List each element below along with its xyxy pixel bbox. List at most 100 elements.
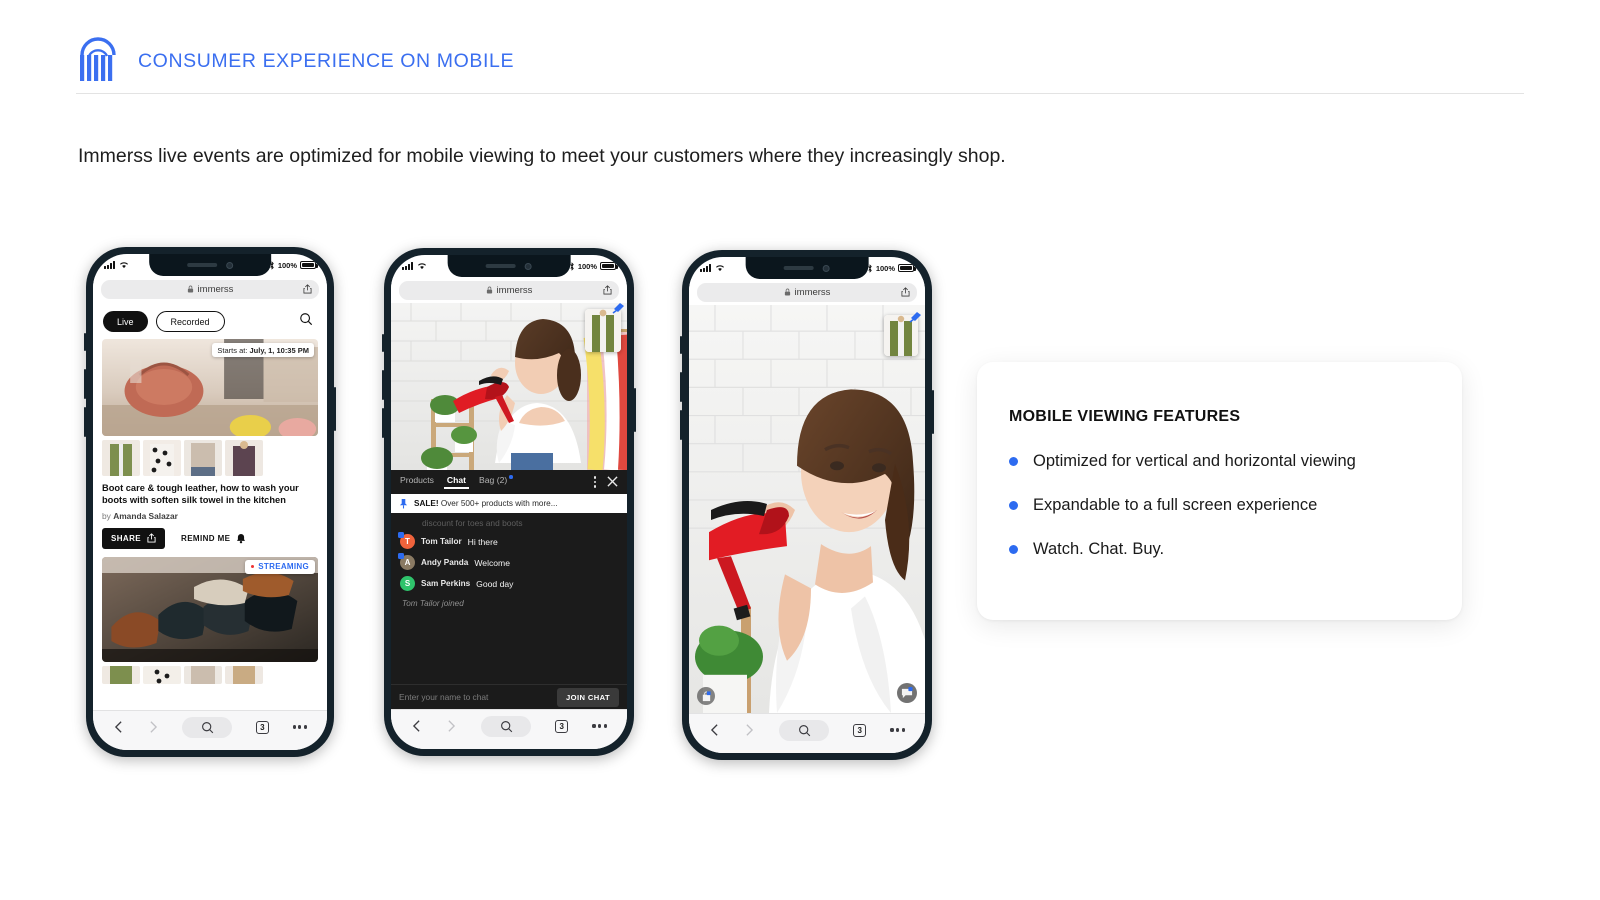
volume-down-button xyxy=(382,408,384,438)
volume-up-button xyxy=(382,370,384,400)
more-vertical-icon[interactable] xyxy=(593,476,596,488)
shopping-bag-button[interactable] xyxy=(697,687,715,705)
browser-url-bar[interactable]: immerss xyxy=(391,277,627,303)
tab-count-button[interactable]: 3 xyxy=(555,719,569,733)
avatar: T xyxy=(398,532,415,549)
more-options-button[interactable] xyxy=(592,724,607,728)
starts-at-prefix: Starts at: xyxy=(217,345,250,355)
product-thumbnail[interactable] xyxy=(143,665,181,684)
cellular-bars-icon xyxy=(700,264,711,272)
chat-message-list: discount for toes and boots T Tom Tailor… xyxy=(391,513,627,608)
pushpin-icon xyxy=(399,499,408,509)
faded-message: discount for toes and boots xyxy=(422,518,523,528)
battery-percent: 100% xyxy=(277,260,297,270)
pinned-bold: SALE! xyxy=(414,499,439,508)
share-button[interactable]: SHARE xyxy=(102,527,166,549)
product-thumbnail[interactable] xyxy=(143,440,181,476)
chat-text: Welcome xyxy=(474,557,510,568)
live-video-player[interactable] xyxy=(391,303,627,470)
forward-button[interactable] xyxy=(744,723,755,737)
fullscreen-video-player[interactable] xyxy=(689,305,925,713)
back-button[interactable] xyxy=(709,723,720,737)
feature-text: Expandable to a full screen experience xyxy=(1033,496,1318,514)
chat-bubble-icon xyxy=(901,687,913,699)
shopping-bag-icon xyxy=(702,690,711,701)
phone-mockup-chat: 100% immerss Products Chat Bag (2) SALE!… xyxy=(382,248,636,756)
browser-search-button[interactable] xyxy=(481,715,532,737)
share-icon[interactable] xyxy=(901,287,910,297)
mute-switch xyxy=(382,334,384,352)
product-thumbnail[interactable] xyxy=(225,665,263,684)
chat-name-input[interactable]: Enter your name to chat xyxy=(399,692,488,702)
volume-up-button xyxy=(680,372,682,402)
chat-tab-bag-label: Bag (2) xyxy=(479,475,508,485)
chat-tab-bag[interactable]: Bag (2) xyxy=(479,475,513,489)
mute-switch xyxy=(84,333,86,351)
event-title: Boot care & tough leather, how to wash y… xyxy=(102,483,299,506)
browser-search-button[interactable] xyxy=(779,719,830,741)
pin-icon[interactable] xyxy=(611,303,625,314)
feature-text: Optimized for vertical and horizontal vi… xyxy=(1033,452,1356,470)
avatar: A xyxy=(398,553,415,570)
live-recorded-tabs: Live Recorded xyxy=(93,302,327,339)
browser-toolbar: 3 xyxy=(93,710,327,750)
streaming-card-hero-image[interactable]: STREAMING xyxy=(102,556,318,662)
phone-mockup-browse: 100% immerss Live Recorded Starts at: Ju… xyxy=(84,247,336,757)
volume-up-button xyxy=(84,369,86,399)
wifi-icon xyxy=(119,262,129,269)
avatar: S xyxy=(400,576,415,591)
bell-icon xyxy=(237,533,246,544)
product-thumbnail[interactable] xyxy=(184,440,222,476)
back-button[interactable] xyxy=(113,720,124,734)
product-thumbnail[interactable] xyxy=(102,440,140,476)
lock-icon xyxy=(486,286,492,294)
feature-list-item: Optimized for vertical and horizontal vi… xyxy=(1009,452,1422,471)
tab-live[interactable]: Live xyxy=(103,311,148,332)
more-options-button[interactable] xyxy=(890,728,905,732)
chat-tab-products[interactable]: Products xyxy=(400,475,434,489)
intro-paragraph: Immerss live events are optimized for mo… xyxy=(78,145,1006,167)
chat-text: Hi there xyxy=(467,536,498,547)
feature-text: Watch. Chat. Buy. xyxy=(1033,540,1165,558)
product-thumbnail[interactable] xyxy=(184,665,222,684)
pinned-message: SALE! Over 500+ products with more... xyxy=(391,494,627,513)
avatar-letter: T xyxy=(405,537,410,546)
search-icon[interactable] xyxy=(299,312,313,331)
volume-down-button xyxy=(680,410,682,440)
starts-at-value: July, 1, 10:35 PM xyxy=(249,345,309,355)
bullet-icon xyxy=(1009,457,1018,466)
tab-count-button[interactable]: 3 xyxy=(255,720,269,734)
browser-url-bar[interactable]: immerss xyxy=(689,279,925,305)
share-icon[interactable] xyxy=(603,285,612,295)
forward-button[interactable] xyxy=(446,719,457,733)
browser-search-button[interactable] xyxy=(182,716,233,738)
chat-input-row[interactable]: Enter your name to chat JOIN CHAT xyxy=(391,684,627,709)
share-icon[interactable] xyxy=(303,284,312,294)
mute-switch xyxy=(680,336,682,354)
tab-recorded[interactable]: Recorded xyxy=(155,311,225,332)
starts-at-badge: Starts at: July, 1, 10:35 PM xyxy=(212,343,314,357)
chat-bubble-button[interactable] xyxy=(897,683,917,703)
event-card-hero-image[interactable]: Starts at: July, 1, 10:35 PM xyxy=(102,339,318,436)
product-overlay-card[interactable] xyxy=(585,309,621,352)
remind-me-button[interactable]: REMIND ME xyxy=(181,533,246,544)
forward-button[interactable] xyxy=(148,720,159,734)
more-options-button[interactable] xyxy=(292,725,308,729)
back-button[interactable] xyxy=(411,719,422,733)
chat-tab-chat[interactable]: Chat xyxy=(443,475,470,489)
product-thumbnail[interactable] xyxy=(102,665,140,684)
avatar-letter: A xyxy=(404,558,411,567)
product-thumbnail[interactable] xyxy=(225,440,263,476)
battery-full-icon xyxy=(600,262,618,270)
join-chat-button[interactable]: JOIN CHAT xyxy=(557,687,619,707)
browser-url-bar[interactable]: immerss xyxy=(93,276,327,302)
pinned-text: Over 500+ products with more... xyxy=(438,499,558,508)
close-icon[interactable] xyxy=(607,476,618,488)
pin-icon[interactable] xyxy=(908,309,922,323)
wifi-icon xyxy=(417,263,427,270)
browser-toolbar: 3 xyxy=(391,709,627,749)
bag-notification-dot xyxy=(509,475,513,479)
chat-message: T Tom Tailor Hi there xyxy=(398,532,618,549)
tab-count-button[interactable]: 3 xyxy=(853,723,867,737)
power-button xyxy=(634,388,636,432)
